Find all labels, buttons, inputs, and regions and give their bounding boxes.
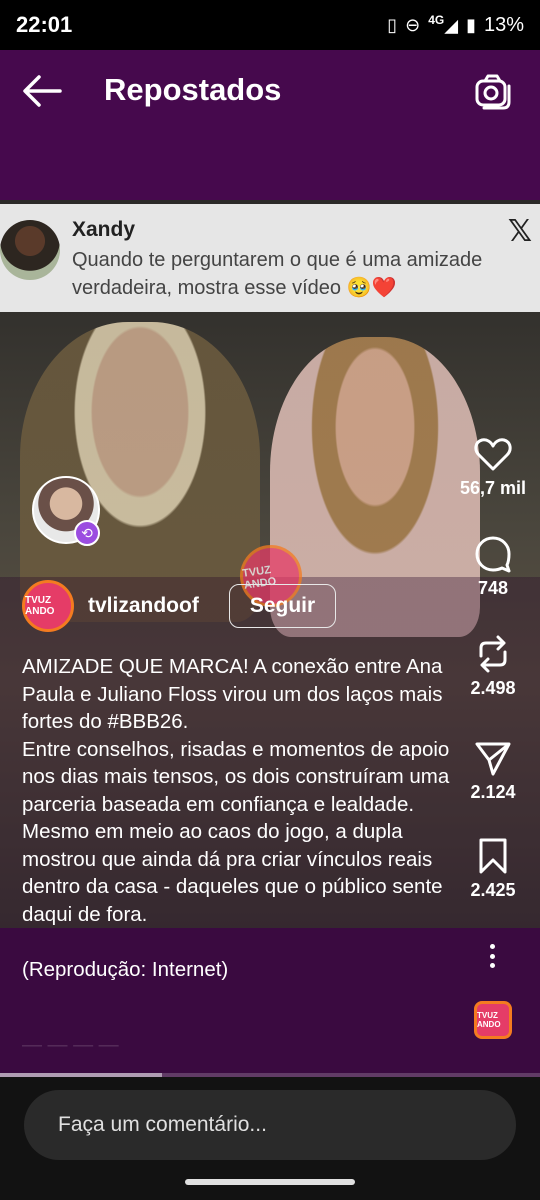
save-count: 2.425 — [470, 880, 516, 900]
tweet-text: Quando te perguntarem o que é uma amizad… — [72, 249, 483, 299]
follow-button[interactable]: Seguir — [229, 584, 336, 628]
signal-icon: ◢ — [444, 15, 459, 36]
do-not-disturb-icon: ⊖ — [405, 14, 421, 35]
header: Repostados — [0, 50, 540, 200]
author-avatar[interactable]: TVUZ ANDO — [22, 580, 74, 632]
more-options-icon[interactable] — [480, 940, 504, 972]
camera-icon[interactable] — [474, 72, 512, 110]
tweet-avatar — [0, 220, 60, 280]
x-logo-icon: 𝕏 — [507, 215, 532, 248]
status-time: 22:01 — [16, 12, 73, 37]
page-title: Repostados — [104, 72, 282, 107]
battery-percent: 13% — [483, 13, 524, 36]
vibrate-icon: ▯ — [387, 14, 398, 35]
save-button[interactable]: 2.425 — [456, 836, 530, 901]
signal-group: 4G◢ — [428, 13, 458, 38]
back-arrow-icon[interactable] — [22, 74, 62, 108]
repost-count: 2.498 — [470, 678, 516, 698]
comment-bar — [0, 1077, 540, 1200]
comment-count: 748 — [477, 578, 509, 598]
tweet-username: Xandy — [72, 218, 136, 241]
bookmark-icon — [479, 838, 507, 874]
send-icon — [475, 742, 511, 776]
like-count: 56,7 mil — [459, 478, 527, 498]
battery-icon: ▮ — [466, 14, 476, 35]
caption-overflow: — — — — — [22, 1034, 119, 1056]
repost-badge-icon: ⟲ — [74, 520, 100, 546]
network-type: 4G — [428, 12, 445, 27]
share-button[interactable]: 2.124 — [456, 738, 530, 803]
repost-button[interactable]: 2.498 — [456, 634, 530, 699]
post-caption[interactable]: AMIZADE QUE MARCA! A conexão entre Ana P… — [22, 653, 462, 983]
embedded-tweet: Xandy Quando te perguntarem o que é uma … — [0, 204, 540, 312]
comment-bubble-icon — [475, 536, 511, 573]
status-bar: 22:01 ▯ ⊖ 4G◢ ▮ 13% — [0, 0, 540, 50]
like-button[interactable]: 56,7 mil — [456, 434, 530, 499]
repost-icon — [479, 635, 507, 673]
heart-icon — [474, 438, 512, 471]
audio-thumbnail[interactable]: TVUZ ANDO — [474, 1001, 512, 1039]
status-icons: ▯ ⊖ 4G◢ ▮ 13% — [387, 13, 524, 38]
home-indicator[interactable] — [185, 1179, 355, 1185]
author-username[interactable]: tvlizandoof — [88, 594, 199, 618]
share-count: 2.124 — [470, 782, 516, 802]
comment-button[interactable]: 748 — [456, 534, 530, 599]
comment-input[interactable] — [24, 1090, 516, 1160]
